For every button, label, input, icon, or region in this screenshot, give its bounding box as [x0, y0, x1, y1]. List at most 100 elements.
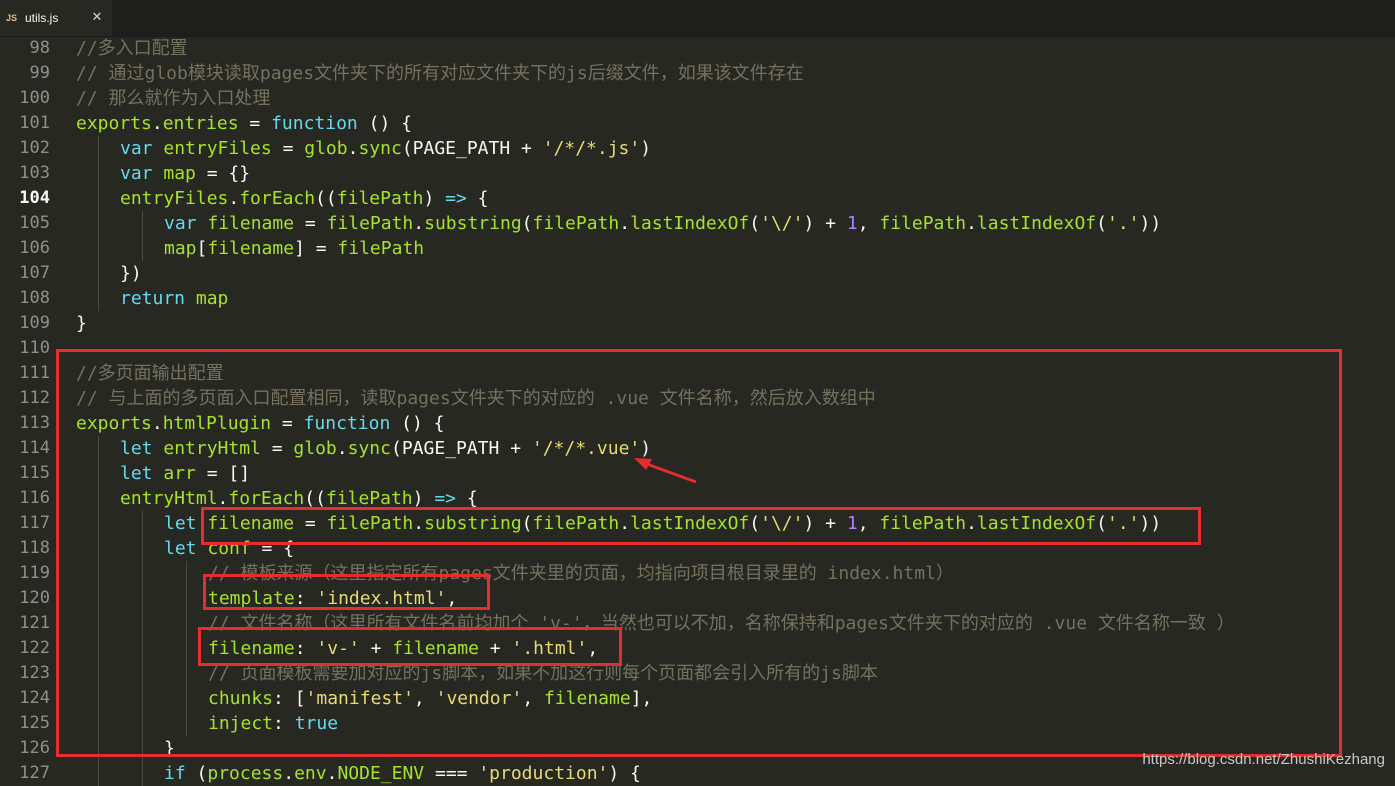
code-token: (	[1096, 213, 1107, 234]
code-token: filePath	[337, 238, 425, 259]
indent-guide	[98, 761, 99, 786]
line-number: 113	[19, 413, 50, 433]
code-line[interactable]: 104 entryFiles.forEach((filePath) => {	[0, 186, 1395, 211]
code-token: ((	[315, 188, 337, 209]
code-token: exports	[76, 113, 152, 134]
annotation-box-htmlplugin	[56, 349, 1342, 757]
code-token: =	[271, 138, 305, 159]
code-token: (	[521, 213, 533, 234]
line-number: 102	[19, 138, 50, 158]
code-line[interactable]: 100 // 那么就作为入口处理	[0, 86, 1395, 111]
line-number: 109	[19, 313, 50, 333]
line-number: 108	[19, 288, 50, 308]
code-token: .	[283, 763, 295, 784]
code-line[interactable]: 109}	[0, 311, 1395, 336]
code-token: '.'	[1106, 213, 1140, 234]
code-token: =	[294, 213, 327, 234]
indent-guide	[98, 186, 99, 211]
code-text: entryFiles.forEach((filePath) => {	[120, 186, 489, 211]
code-text: map[filename] = filePath	[164, 236, 424, 261]
code-token: forEach	[239, 188, 316, 209]
code-token: 'production'	[478, 763, 609, 784]
code-token: 1	[846, 213, 858, 234]
code-text: }	[76, 311, 87, 336]
line-number: 101	[19, 113, 50, 133]
code-line[interactable]: 108 return map	[0, 286, 1395, 311]
code-token: ] =	[294, 238, 338, 259]
indent-guide	[98, 136, 99, 161]
code-line[interactable]: 106 map[filename] = filePath	[0, 236, 1395, 261]
close-icon[interactable]: ✕	[90, 9, 104, 24]
line-number: 116	[19, 488, 50, 508]
js-file-icon: JS	[6, 13, 18, 23]
line-number: 100	[19, 88, 50, 108]
code-token: ===	[424, 763, 479, 784]
code-line[interactable]: 107})	[0, 261, 1395, 286]
code-token: }	[76, 313, 87, 334]
tab-utils-js[interactable]: JS utils.js ✕	[0, 0, 112, 36]
code-token: entryFiles	[120, 188, 229, 209]
code-token: '\/'	[760, 213, 804, 234]
line-number: 119	[19, 563, 50, 583]
code-token: // 通过glob模块读取pages文件夹下的所有对应文件夹下的js后缀文件，如…	[76, 63, 804, 84]
code-line[interactable]: 103 var map = {}	[0, 161, 1395, 186]
annotation-box-filename-line	[201, 507, 1201, 545]
watermark: https://blog.csdn.net/ZhushiKezhang	[1142, 751, 1385, 768]
code-token: sync	[358, 138, 402, 159]
indent-guide	[98, 161, 99, 186]
code-token: .	[228, 188, 240, 209]
indent-guide	[142, 236, 143, 261]
line-number: 105	[19, 213, 50, 233]
code-token: map	[164, 238, 197, 259]
code-token: filePath	[879, 213, 967, 234]
code-token: var	[120, 163, 153, 184]
code-token: return	[120, 288, 186, 309]
indent-guide	[142, 761, 143, 786]
code-token: filePath	[532, 213, 620, 234]
code-token: substring	[424, 213, 522, 234]
code-token: env	[294, 763, 327, 784]
code-text: if (process.env.NODE_ENV === 'production…	[164, 761, 641, 786]
code-line[interactable]: 98 //多入口配置	[0, 36, 1395, 61]
code-line[interactable]: 102 var entryFiles = glob.sync(PAGE_PATH …	[0, 136, 1395, 161]
code-line[interactable]: 101 exports.entries = function () {	[0, 111, 1395, 136]
tab-bar: JS utils.js ✕	[0, 0, 1395, 37]
line-number: 104	[19, 188, 50, 208]
code-token: ,	[857, 213, 880, 234]
line-number: 120	[19, 588, 50, 608]
code-line[interactable]: 99 // 通过glob模块读取pages文件夹下的所有对应文件夹下的js后缀文件…	[0, 61, 1395, 86]
code-text: exports.entries = function () {	[76, 111, 412, 136]
code-text: // 通过glob模块读取pages文件夹下的所有对应文件夹下的js后缀文件，如…	[76, 61, 804, 86]
code-text: var filename = filePath.substring(filePa…	[164, 211, 1161, 236]
code-text: var entryFiles = glob.sync(PAGE_PATH + '…	[120, 136, 651, 161]
code-token: (	[749, 213, 761, 234]
line-number: 112	[19, 388, 50, 408]
code-token: .	[966, 213, 977, 234]
code-token: glob	[304, 138, 348, 159]
code-token: () {	[357, 113, 412, 134]
code-token: var	[120, 138, 153, 159]
line-number: 121	[19, 613, 50, 633]
code-text: //多入口配置	[76, 36, 188, 61]
code-token: .	[347, 138, 359, 159]
code-token: if	[164, 763, 186, 784]
code-token: // 那么就作为入口处理	[76, 88, 271, 109]
code-line[interactable]: 105 var filename = filePath.substring(fil…	[0, 211, 1395, 236]
code-text: // 那么就作为入口处理	[76, 86, 271, 111]
code-token: lastIndexOf	[976, 213, 1097, 234]
code-token: .	[619, 213, 631, 234]
line-number: 127	[19, 763, 50, 783]
annotation-box-filename-prop-line	[198, 627, 622, 666]
code-token: map	[163, 163, 196, 184]
indent-guide	[98, 261, 99, 286]
code-token: var	[164, 213, 197, 234]
line-number: 125	[19, 713, 50, 733]
code-token: .	[413, 213, 425, 234]
code-token: entryFiles	[163, 138, 272, 159]
line-number: 115	[19, 463, 50, 483]
line-number: 122	[19, 638, 50, 658]
line-number: 117	[19, 513, 50, 533]
